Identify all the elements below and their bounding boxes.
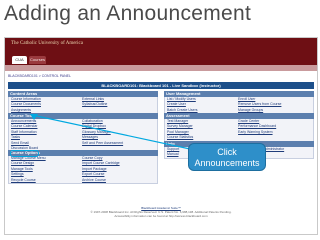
panel-body: Course Information External Links Course D… <box>8 97 158 115</box>
panel-content-areas: Content Areas Course Information External … <box>8 91 158 115</box>
tab-cua[interactable]: CUA <box>12 56 27 64</box>
link-recycle-course[interactable]: Recycle Course <box>9 178 80 183</box>
tab-courses[interactable]: Courses <box>29 56 46 64</box>
panel-row: Recycle Course Archive Course <box>9 178 157 183</box>
click-announcements-callout: Click Announcements <box>188 143 266 171</box>
university-banner: The Catholic University of America CUA C… <box>5 38 317 65</box>
footer-accessibility: Accessibility information can be found a… <box>114 214 208 218</box>
empty-cell <box>236 135 313 140</box>
panel-user-management: User Management List / Modify Users Enroll… <box>164 91 314 115</box>
course-title-bar: BLACKBOARD101: Blackboard 101 - Live San… <box>8 82 314 89</box>
link-archive-course[interactable]: Archive Course <box>80 178 157 183</box>
footer: Blackboard Academic Suite™ © 1997-2008 B… <box>5 206 317 218</box>
university-logo: The Catholic University of America <box>11 41 83 46</box>
slide-title: Adding an Announcement <box>4 2 252 25</box>
sub-navigation-bar <box>5 65 317 71</box>
panel-body: List / Modify Users Enroll User Create Use… <box>164 97 314 115</box>
breadcrumb[interactable]: BLACKBOARD101 > CONTROL PANEL <box>8 74 71 78</box>
